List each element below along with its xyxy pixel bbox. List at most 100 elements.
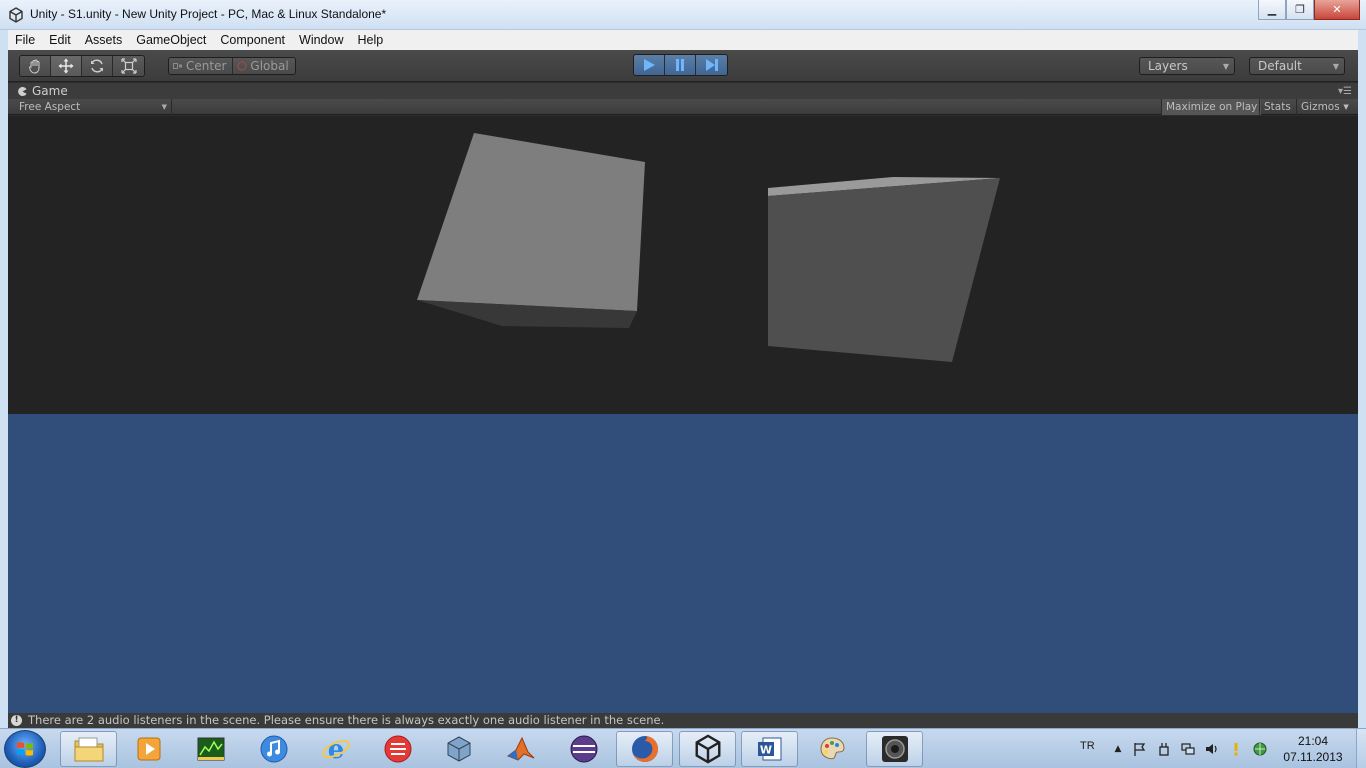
move-arrows-icon (58, 58, 74, 74)
language-indicator[interactable]: TR (1080, 740, 1095, 752)
cube-right (768, 177, 1000, 362)
close-button[interactable]: ✕ (1314, 0, 1360, 20)
play-icon (644, 59, 655, 71)
stats-toggle[interactable]: Stats (1259, 99, 1295, 115)
taskbar-system-monitor[interactable] (182, 731, 239, 767)
folder-icon (74, 737, 103, 762)
tab-game[interactable]: Game (8, 83, 78, 99)
music-note-icon (260, 735, 287, 763)
main-toolbar: Center Global Layers ▼ Default ▼ (8, 50, 1358, 82)
taskbar-word[interactable]: W (741, 731, 798, 767)
hand-icon (28, 59, 40, 74)
pivot-center-label: Center (186, 59, 227, 73)
sync-globe-icon[interactable] (1252, 741, 1268, 757)
info-icon: ! (11, 715, 22, 726)
paint-palette-icon (819, 737, 845, 760)
action-center-flag-icon[interactable] (1132, 741, 1148, 757)
aspect-dropdown[interactable]: Free Aspect ▼ (8, 99, 172, 115)
system-clock[interactable]: 21:04 07.11.2013 (1276, 733, 1350, 765)
tab-game-label: Game (32, 84, 68, 98)
menu-edit[interactable]: Edit (42, 30, 78, 50)
window-frame-left (0, 30, 8, 728)
window-controls: ▁ ❐ ✕ (1258, 0, 1360, 20)
virtualbox-cube-icon (447, 736, 470, 762)
menu-assets[interactable]: Assets (78, 30, 130, 50)
minimize-button[interactable]: ▁ (1258, 0, 1286, 20)
network-icon[interactable] (1180, 741, 1196, 757)
show-desktop-button[interactable] (1356, 729, 1366, 768)
transform-tools (19, 55, 145, 77)
chevron-down-icon: ▼ (1332, 62, 1339, 71)
menu-bar: File Edit Assets GameObject Component Wi… (8, 30, 1358, 50)
window-frame-right (1358, 30, 1366, 728)
taskbar-matlab[interactable] (492, 731, 549, 767)
show-hidden-icons-icon[interactable]: ▲ (1108, 744, 1128, 754)
move-tool-button[interactable] (51, 56, 82, 76)
pause-button[interactable] (665, 55, 696, 75)
aspect-dropdown-label: Free Aspect (19, 101, 81, 113)
matlab-peak-icon (506, 736, 534, 761)
chart-monitor-icon (197, 737, 224, 761)
gizmos-dropdown[interactable]: Gizmos ▼ (1296, 99, 1352, 115)
firefox-icon (631, 736, 658, 762)
taskbar-explorer[interactable] (60, 731, 117, 767)
playback-controls (633, 54, 728, 76)
pivot-global-label: Global (250, 59, 289, 73)
pivot-center-button[interactable]: Center (169, 58, 234, 74)
taskbar-virtualbox[interactable] (430, 731, 487, 767)
taskbar-media-player[interactable] (120, 731, 177, 767)
taskbar-internet-explorer[interactable]: e (307, 731, 364, 767)
step-button[interactable] (696, 55, 727, 75)
taskbar-firefox[interactable] (616, 731, 673, 767)
menu-help[interactable]: Help (350, 30, 390, 50)
taskbar-database-app[interactable] (369, 731, 426, 767)
eclipse-icon (570, 735, 597, 763)
game-viewport[interactable] (8, 116, 1358, 713)
pacman-icon (18, 86, 27, 96)
warning-icon[interactable] (1228, 741, 1244, 757)
unity-logo-icon (9, 7, 23, 23)
taskbar-paint[interactable] (803, 731, 860, 767)
media-player-icon (137, 737, 160, 761)
gizmos-label: Gizmos (1301, 101, 1340, 113)
pivot-global-button[interactable]: Global (233, 58, 295, 74)
layers-dropdown[interactable]: Layers ▼ (1139, 57, 1235, 75)
console-status-bar[interactable]: ! There are 2 audio listeners in the sce… (8, 713, 1358, 728)
svg-text:e: e (327, 735, 344, 764)
chevron-down-icon: ▼ (161, 103, 167, 111)
volume-icon[interactable] (1204, 741, 1220, 757)
taskbar-eclipse[interactable] (555, 731, 612, 767)
taskbar-itunes[interactable] (245, 731, 302, 767)
menu-component[interactable]: Component (213, 30, 292, 50)
panel-menu-icon[interactable]: ▾☰ (1338, 86, 1352, 97)
layout-dropdown[interactable]: Default ▼ (1249, 57, 1345, 75)
maximize-on-play-toggle[interactable]: Maximize on Play (1161, 99, 1262, 115)
pivot-center-icon (173, 63, 182, 69)
word-icon: W (757, 737, 781, 761)
menu-gameobject[interactable]: GameObject (129, 30, 213, 50)
camera-lens-icon (881, 736, 908, 762)
title-bar: Unity - S1.unity - New Unity Project - P… (0, 0, 1366, 30)
chevron-down-icon: ▼ (1222, 62, 1229, 71)
globe-icon (237, 61, 247, 71)
clock-time: 21:04 (1297, 734, 1329, 748)
clock-date: 07.11.2013 (1283, 750, 1343, 764)
hand-tool-button[interactable] (20, 56, 51, 76)
taskbar-camera-app[interactable] (866, 731, 923, 767)
internet-explorer-icon: e (321, 735, 350, 764)
menu-file[interactable]: File (8, 30, 42, 50)
start-button[interactable] (4, 730, 46, 768)
usb-device-icon[interactable] (1156, 741, 1172, 757)
database-icon (384, 735, 411, 763)
play-button[interactable] (634, 55, 665, 75)
menu-window[interactable]: Window (292, 30, 350, 50)
taskbar-unity[interactable] (679, 731, 736, 767)
status-message: There are 2 audio listeners in the scene… (28, 713, 665, 727)
cube-left (417, 133, 645, 328)
maximize-button[interactable]: ❐ (1286, 0, 1314, 20)
scale-tool-button[interactable] (113, 56, 144, 76)
windows-taskbar: e W TR ▲ 21:04 07.11.2013 (0, 728, 1366, 768)
rotate-tool-button[interactable] (82, 56, 113, 76)
window-title: Unity - S1.unity - New Unity Project - P… (30, 7, 387, 21)
pivot-toggles: Center Global (168, 57, 296, 75)
